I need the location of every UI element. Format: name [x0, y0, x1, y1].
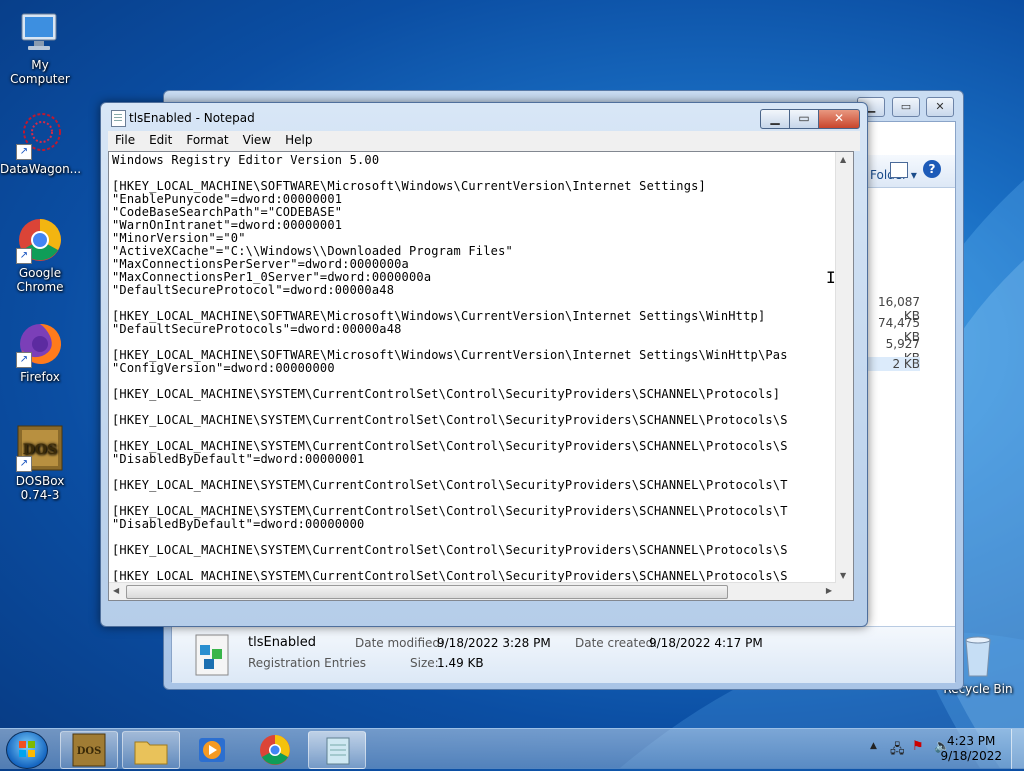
clock-time: 4:23 PM — [947, 734, 996, 748]
taskbar-dosbox[interactable]: DOS — [60, 731, 118, 769]
date-modified-value: 9/18/2022 3:28 PM — [437, 636, 551, 650]
scroll-right-icon[interactable]: ▶ — [826, 586, 832, 595]
horizontal-scroll-thumb[interactable] — [126, 585, 728, 599]
vertical-scrollbar[interactable]: ▲ ▼ — [835, 152, 853, 583]
window-bottom-frame — [108, 600, 860, 620]
explorer-close-button[interactable]: ✕ — [926, 97, 954, 117]
desktop-icon-my-computer[interactable]: My Computer — [0, 8, 80, 86]
dosbox-icon: DOS ↗ — [16, 424, 64, 472]
desktop-icon-label: DOSBox 0.74-3 — [15, 474, 65, 502]
system-tray: ▲ 🖧 ⚑ 🔈 4:23 PM 9/18/2022 — [854, 729, 1024, 769]
text-cursor-icon: I — [826, 268, 836, 287]
taskbar-media-player[interactable] — [184, 731, 242, 769]
network-icon[interactable]: 🖧 — [890, 740, 905, 762]
desktop-icon-label: DataWagon... — [0, 162, 82, 176]
show-desktop-button[interactable] — [1011, 729, 1024, 769]
notepad-icon — [111, 110, 126, 127]
text-editor[interactable]: Windows Registry Editor Version 5.00 [HK… — [108, 151, 854, 601]
help-icon[interactable]: ? — [923, 160, 941, 178]
menu-view[interactable]: View — [236, 131, 278, 151]
shortcut-arrow-icon: ↗ — [16, 456, 32, 472]
taskbar: DOS ▲ 🖧 ⚑ 🔈 4:23 PM 9/18/2022 — [0, 728, 1024, 769]
desktop-icon-dosbox[interactable]: DOS ↗ DOSBox 0.74-3 — [0, 424, 80, 502]
chrome-icon: ↗ — [16, 216, 64, 264]
media-player-icon — [199, 738, 225, 762]
notepad-window[interactable]: tlsEnabled - Notepad ▁ ▭ ✕ File Edit For… — [100, 102, 868, 627]
desktop-icon-label: Firefox — [20, 370, 60, 384]
computer-icon — [16, 8, 64, 56]
explorer-maximize-button[interactable]: ▭ — [892, 97, 920, 117]
minimize-button[interactable]: ▁ — [760, 109, 789, 129]
menu-edit[interactable]: Edit — [142, 131, 179, 151]
desktop-icon-datawagon[interactable]: ↗ DataWagon... — [0, 112, 82, 176]
registry-file-icon — [190, 633, 234, 677]
folder-icon — [134, 741, 168, 765]
desktop-icon-firefox[interactable]: ↗ Firefox — [0, 320, 80, 384]
maximize-button[interactable]: ▭ — [789, 109, 818, 129]
document-text: Windows Registry Editor Version 5.00 [HK… — [112, 153, 788, 596]
show-hidden-icons-icon[interactable]: ▲ — [870, 741, 877, 751]
details-pane: tlsEnabled Registration Entries Date mod… — [172, 626, 955, 683]
date-created-label: Date created: — [575, 636, 658, 650]
clock[interactable]: 4:23 PM 9/18/2022 — [940, 734, 1002, 764]
menu-format[interactable]: Format — [179, 131, 235, 151]
taskbar-chrome[interactable] — [246, 731, 304, 769]
scroll-left-icon[interactable]: ◀ — [113, 586, 119, 595]
date-created-value: 9/18/2022 4:17 PM — [649, 636, 763, 650]
menu-help[interactable]: Help — [278, 131, 319, 151]
windows-logo-icon — [19, 741, 35, 757]
start-button[interactable] — [6, 731, 48, 769]
taskbar-explorer[interactable] — [122, 731, 180, 769]
scroll-up-icon[interactable]: ▲ — [840, 155, 846, 164]
menu-bar: File Edit Format View Help — [108, 131, 860, 151]
shortcut-arrow-icon: ↗ — [16, 248, 32, 264]
chrome-icon — [260, 735, 290, 765]
firefox-icon: ↗ — [16, 320, 64, 368]
clock-date: 9/18/2022 — [940, 749, 1002, 763]
file-size-selected: 2 KB — [864, 357, 920, 371]
scrollbar-corner — [836, 583, 853, 600]
menu-file[interactable]: File — [108, 131, 142, 151]
file-name: tlsEnabled — [248, 635, 317, 650]
taskbar-notepad[interactable] — [308, 731, 366, 769]
window-controls: ▁ ▭ ✕ — [760, 109, 860, 129]
preview-pane-icon[interactable] — [890, 162, 908, 178]
action-center-icon[interactable]: ⚑ — [912, 739, 924, 754]
scroll-down-icon[interactable]: ▼ — [840, 571, 846, 580]
desktop-icon-label: My Computer — [10, 58, 70, 86]
size-value: 1.49 KB — [437, 656, 484, 670]
svg-text:DOS: DOS — [77, 746, 102, 757]
desktop-icon-label: Google Chrome — [16, 266, 64, 294]
datawagon-icon: ↗ — [16, 112, 64, 160]
shortcut-arrow-icon: ↗ — [16, 144, 32, 160]
notepad-icon — [326, 737, 350, 765]
horizontal-scrollbar[interactable]: ◀ ▶ — [109, 582, 836, 600]
file-type: Registration Entries — [248, 656, 366, 670]
size-label: Size: — [410, 656, 439, 670]
shortcut-arrow-icon: ↗ — [16, 352, 32, 368]
dosbox-icon: DOS — [72, 733, 106, 767]
window-title: tlsEnabled - Notepad — [129, 111, 255, 125]
desktop-icon-google-chrome[interactable]: ↗ Google Chrome — [0, 216, 80, 294]
close-button[interactable]: ✕ — [818, 109, 860, 129]
date-modified-label: Date modified: — [355, 636, 445, 650]
